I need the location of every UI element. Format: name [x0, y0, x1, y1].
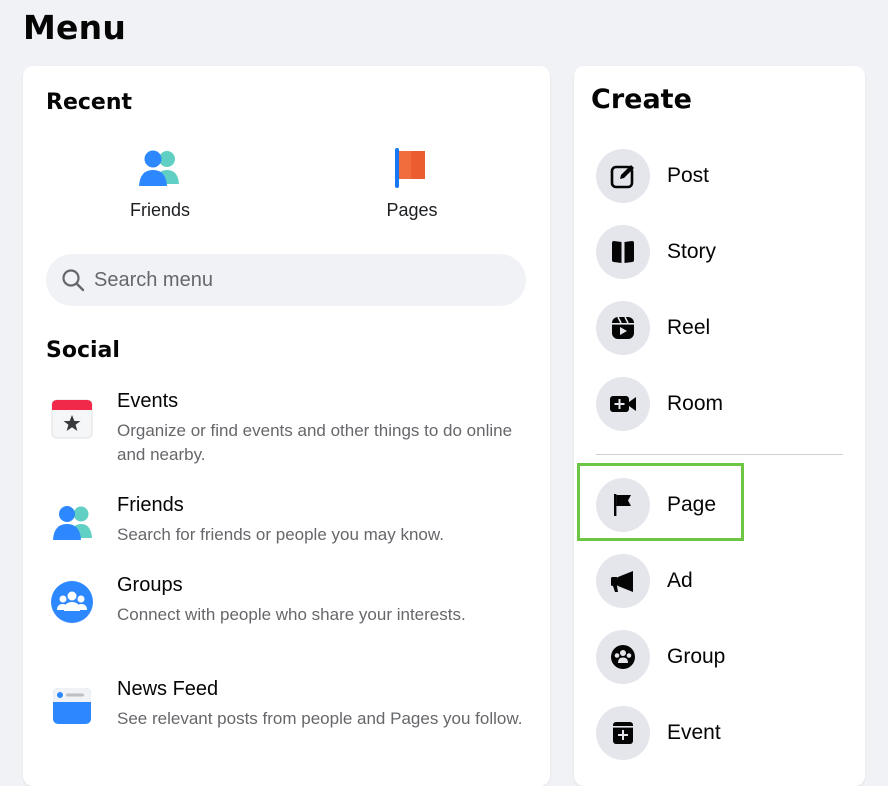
events-calendar-icon [50, 396, 94, 440]
create-event-button[interactable]: Event [596, 705, 721, 761]
social-item-title: News Feed [117, 678, 219, 700]
social-item-description: Connect with people who share your inter… [117, 605, 466, 624]
recent-item-label: Pages [386, 200, 438, 220]
event-calendar-plus-icon [596, 706, 650, 760]
recent-item-pages[interactable]: Pages [342, 144, 482, 221]
recent-section-title: Recent [46, 90, 133, 115]
create-item-label: Story [667, 240, 717, 263]
group-icon [596, 630, 650, 684]
create-item-label: Event [667, 721, 721, 744]
social-item-title: Groups [117, 574, 183, 596]
social-item-title: Events [117, 390, 179, 412]
create-post-button[interactable]: Post [596, 148, 709, 204]
create-item-label: Post [667, 164, 710, 187]
search-input[interactable]: Search menu [46, 254, 526, 306]
story-book-icon [596, 225, 650, 279]
divider [596, 454, 843, 455]
page-highlight-box [577, 463, 744, 541]
social-section-title: Social [46, 338, 120, 363]
video-room-icon [596, 377, 650, 431]
social-item-description: See relevant posts from people and Pages… [117, 709, 523, 728]
create-item-label: Ad [667, 569, 693, 592]
create-group-button[interactable]: Group [596, 629, 725, 685]
friends-icon [50, 500, 94, 544]
search-icon [60, 267, 86, 293]
menu-left-panel: Recent Friends Pages Search menu Social … [23, 66, 550, 786]
social-item-description: Organize or find events and other things… [117, 421, 513, 464]
create-section-title: Create [591, 84, 692, 115]
create-item-label: Reel [667, 316, 711, 339]
edit-post-icon [596, 149, 650, 203]
create-item-label: Room [667, 392, 724, 415]
social-item-title: Friends [117, 494, 184, 516]
reel-icon [596, 301, 650, 355]
create-item-label: Group [667, 645, 726, 668]
megaphone-icon [596, 554, 650, 608]
create-ad-button[interactable]: Ad [596, 553, 693, 609]
create-room-button[interactable]: Room [596, 376, 723, 432]
news-feed-icon [50, 684, 94, 728]
create-story-button[interactable]: Story [596, 224, 716, 280]
groups-icon [50, 580, 94, 624]
social-item-description: Search for friends or people you may kno… [117, 525, 444, 544]
search-placeholder: Search menu [94, 268, 213, 291]
pages-flag-icon [342, 144, 482, 192]
create-reel-button[interactable]: Reel [596, 300, 710, 356]
recent-item-label: Friends [129, 200, 191, 220]
recent-item-friends[interactable]: Friends [90, 144, 230, 221]
create-panel: Create Post Story Reel Room Page Ad Grou… [574, 66, 865, 786]
page-title: Menu [23, 8, 127, 47]
friends-icon [90, 144, 230, 192]
